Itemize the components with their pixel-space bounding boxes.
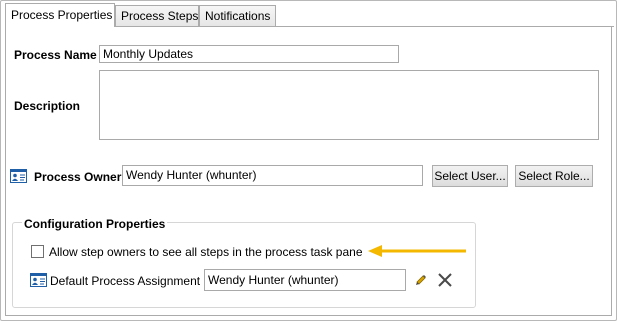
configuration-properties-title: Configuration Properties bbox=[22, 217, 168, 231]
pencil-icon[interactable] bbox=[414, 273, 428, 287]
process-name-input[interactable]: Monthly Updates bbox=[99, 45, 399, 63]
description-label: Description bbox=[14, 99, 81, 113]
x-icon[interactable] bbox=[437, 272, 453, 288]
default-process-assignment-label: Default Process Assignment bbox=[50, 274, 201, 288]
tab-process-properties[interactable]: Process Properties bbox=[5, 3, 115, 27]
select-user-button[interactable]: Select User... bbox=[432, 165, 508, 187]
tab-process-steps[interactable]: Process Steps bbox=[115, 5, 199, 26]
allow-step-owners-checkbox[interactable] bbox=[31, 245, 44, 258]
description-textarea[interactable] bbox=[99, 70, 599, 140]
default-process-assignment-input[interactable]: Wendy Hunter (whunter) bbox=[204, 269, 406, 291]
process-name-label: Process Name bbox=[14, 48, 97, 62]
tab-strip-divider bbox=[115, 26, 614, 27]
user-card-icon bbox=[10, 169, 27, 183]
tab-notifications[interactable]: Notifications bbox=[199, 5, 276, 26]
process-owner-label: Process Owner bbox=[34, 170, 122, 184]
process-owner-input[interactable]: Wendy Hunter (whunter) bbox=[122, 165, 423, 186]
arrow-left-icon bbox=[368, 245, 466, 257]
select-role-button[interactable]: Select Role... bbox=[515, 165, 593, 187]
allow-step-owners-label[interactable]: Allow step owners to see all steps in th… bbox=[49, 245, 363, 259]
configuration-properties-group bbox=[12, 222, 476, 308]
user-card-icon bbox=[30, 273, 47, 287]
